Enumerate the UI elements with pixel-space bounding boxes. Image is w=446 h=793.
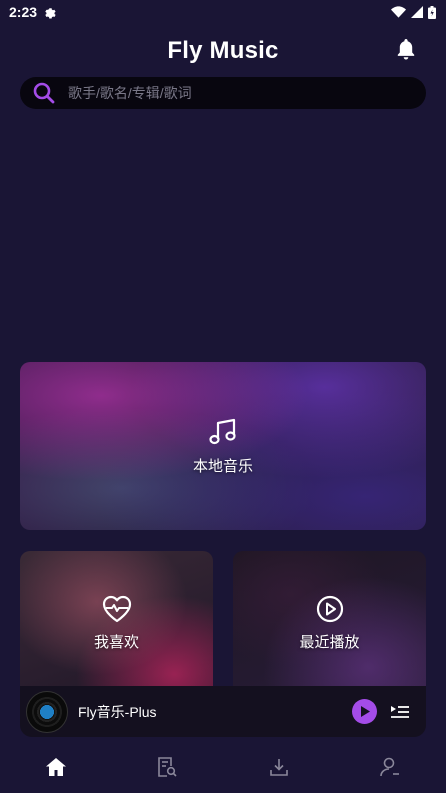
battery-icon xyxy=(428,5,436,19)
tab-profile[interactable] xyxy=(360,747,420,787)
play-icon xyxy=(360,706,370,717)
heartbeat-icon xyxy=(102,595,131,623)
recent-played-label: 最近播放 xyxy=(299,634,360,651)
bottom-tab-bar xyxy=(0,740,446,793)
tab-document-search[interactable] xyxy=(137,747,197,787)
user-icon xyxy=(380,757,400,776)
local-music-label: 本地音乐 xyxy=(192,457,253,475)
music-note-icon xyxy=(209,418,236,444)
home-icon xyxy=(45,757,66,776)
song-title[interactable]: Fly音乐-Plus xyxy=(78,702,352,722)
search-input[interactable]: 歌手/歌名/专辑/歌词 xyxy=(68,83,192,103)
download-icon xyxy=(269,758,288,776)
play-button[interactable] xyxy=(352,699,377,724)
playlist-icon[interactable] xyxy=(390,702,410,722)
app-header: Fly Music xyxy=(0,28,446,74)
tab-home[interactable] xyxy=(26,747,86,787)
signal-icon xyxy=(411,6,423,18)
mini-player[interactable]: Fly音乐-Plus xyxy=(20,686,426,737)
tab-downloads[interactable] xyxy=(249,747,309,787)
status-bar: 2:23 xyxy=(0,0,446,24)
favorites-card[interactable]: 我喜欢 xyxy=(20,551,213,696)
play-circle-icon xyxy=(316,595,343,623)
status-time: 2:23 xyxy=(9,4,38,20)
wifi-icon xyxy=(391,6,406,18)
document-search-icon xyxy=(158,756,177,777)
settings-gear-icon xyxy=(45,7,56,18)
search-bar[interactable]: 歌手/歌名/专辑/歌词 xyxy=(20,77,426,109)
local-music-card[interactable]: 本地音乐 xyxy=(20,362,426,530)
app-title: Fly Music xyxy=(167,37,279,64)
search-icon xyxy=(33,82,55,104)
favorites-label: 我喜欢 xyxy=(93,634,139,651)
album-disc-icon[interactable] xyxy=(26,690,68,733)
bell-icon[interactable] xyxy=(396,39,416,61)
recent-played-card[interactable]: 最近播放 xyxy=(233,551,426,696)
